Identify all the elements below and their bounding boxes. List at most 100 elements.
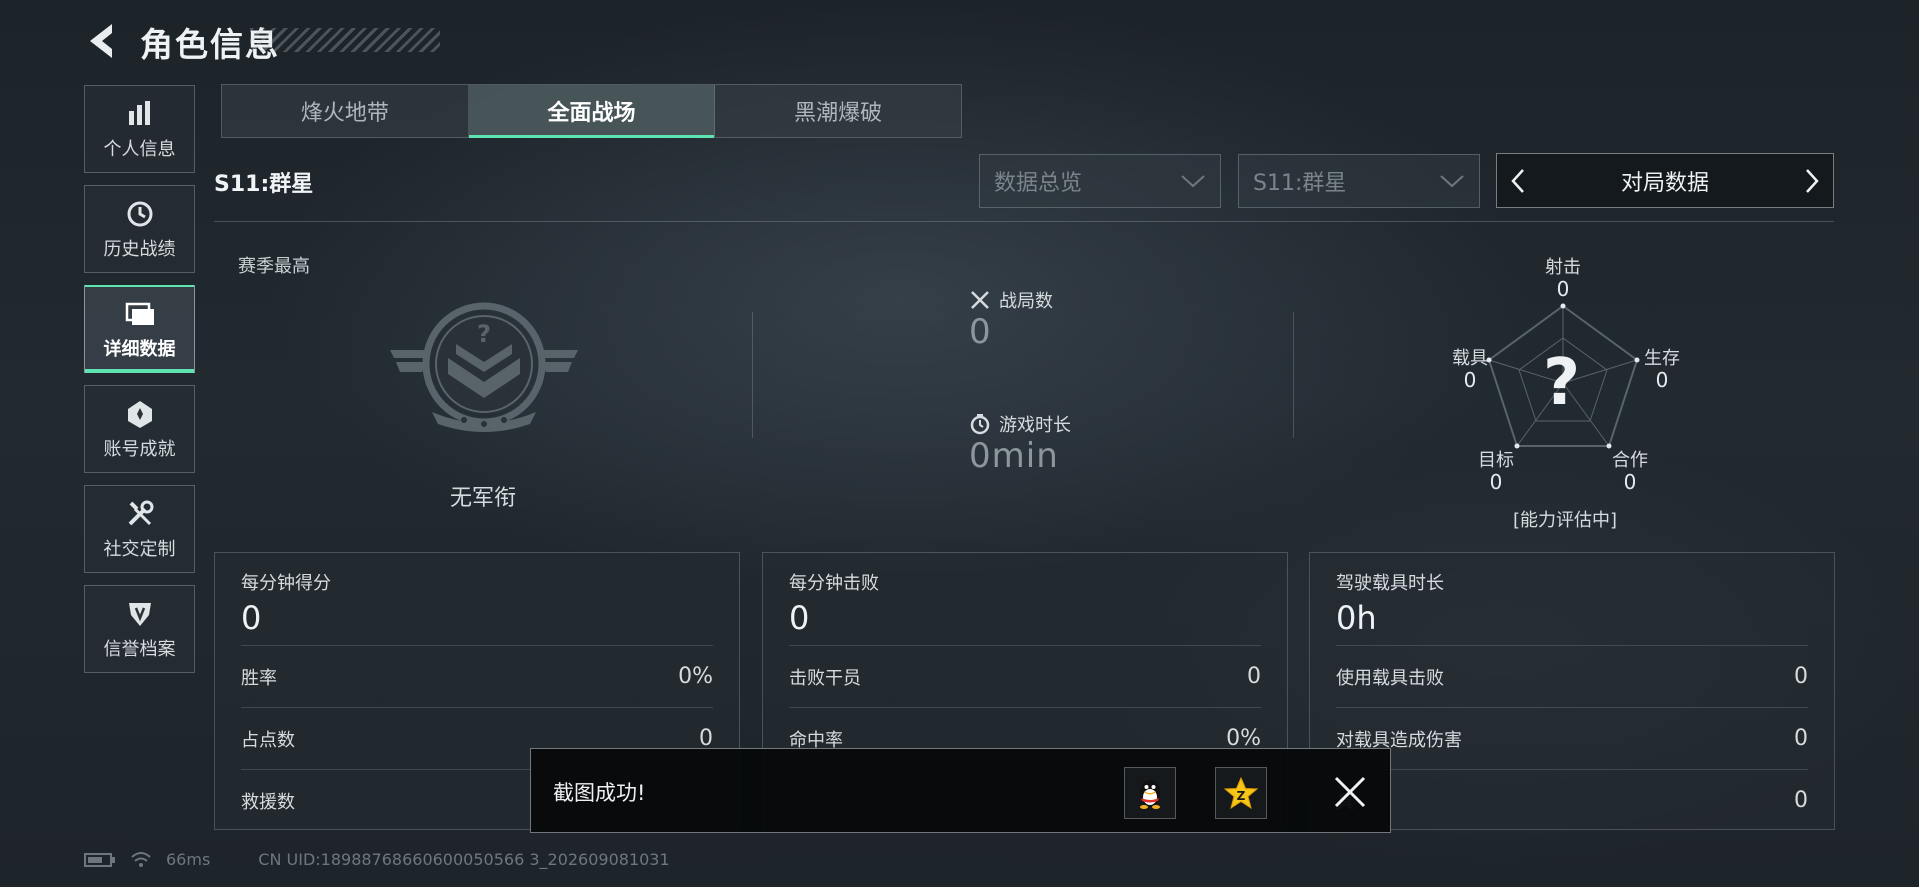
sidebar-item-profile[interactable]: 个人信息 bbox=[84, 85, 195, 173]
history-clock-icon bbox=[123, 197, 157, 231]
matches-label: 战局数 bbox=[999, 291, 1053, 312]
select-value: 数据总览 bbox=[994, 171, 1083, 196]
radar-value: 0 bbox=[1556, 277, 1570, 301]
qq-penguin-icon bbox=[1140, 780, 1160, 809]
pager-label: 对局数据 bbox=[1620, 170, 1709, 196]
chevron-down-icon bbox=[1440, 175, 1464, 188]
crossed-swords-icon bbox=[971, 291, 989, 309]
folder-icon bbox=[123, 297, 157, 331]
radar-value: 0 bbox=[1463, 368, 1477, 392]
sidebar-item-label: 个人信息 bbox=[103, 139, 176, 160]
title-decoration bbox=[250, 28, 440, 52]
chevron-left-icon bbox=[1511, 168, 1524, 193]
rank-name: 无军衔 bbox=[450, 486, 517, 511]
radar-objective: 目标 0 bbox=[1466, 450, 1526, 494]
back-button[interactable] bbox=[82, 18, 128, 64]
sidebar-item-label: 详细数据 bbox=[103, 339, 176, 360]
wifi-icon bbox=[131, 851, 151, 867]
section-divider bbox=[214, 221, 1834, 222]
bar-chart-icon bbox=[123, 97, 157, 131]
pager-next-button[interactable] bbox=[1791, 154, 1833, 207]
row-value: 0 bbox=[1794, 664, 1808, 689]
radar-label: 生存 bbox=[1644, 348, 1680, 369]
card-value: 0h bbox=[1336, 599, 1377, 637]
radar-value: 0 bbox=[1655, 368, 1669, 392]
row-value: 0% bbox=[678, 664, 713, 689]
playtime-label: 游戏时长 bbox=[999, 415, 1071, 436]
achievement-badge-icon bbox=[123, 397, 157, 431]
card-row: 击败干员 0 bbox=[789, 645, 1261, 707]
sidebar-item-detailed-data[interactable]: 详细数据 bbox=[84, 285, 195, 373]
radar-status: [能力评估中] bbox=[1512, 510, 1618, 531]
card-value: 0 bbox=[789, 599, 810, 637]
card-header: 驾驶载具时长 bbox=[1336, 573, 1444, 594]
radar-value: 0 bbox=[1623, 470, 1637, 494]
status-footer: 66ms CN UID:18988768660600050566 3_20260… bbox=[84, 850, 670, 869]
row-label: 使用载具击败 bbox=[1336, 667, 1444, 689]
playtime-value: 0min bbox=[969, 436, 1059, 476]
radar-value: 0 bbox=[1489, 470, 1503, 494]
column-separator bbox=[752, 312, 753, 438]
row-value: 0 bbox=[1794, 726, 1808, 751]
qzone-star-icon: Z bbox=[1223, 776, 1259, 810]
season-label: S11:群星 bbox=[214, 172, 314, 197]
matches-value: 0 bbox=[969, 312, 992, 352]
radar-shooting: 射击 0 bbox=[1533, 257, 1593, 301]
select-value: S11:群星 bbox=[1253, 171, 1347, 196]
sidebar-item-reputation[interactable]: 信誉档案 bbox=[84, 585, 195, 673]
close-button[interactable] bbox=[1327, 769, 1373, 815]
wrench-screwdriver-icon bbox=[123, 497, 157, 531]
sidebar-item-label: 信誉档案 bbox=[103, 639, 176, 660]
sidebar-item-label: 账号成就 bbox=[103, 439, 176, 460]
svg-text:Z: Z bbox=[1237, 789, 1246, 803]
sidebar-item-achievements[interactable]: 账号成就 bbox=[84, 385, 195, 473]
share-qq-button[interactable] bbox=[1124, 767, 1176, 819]
chevron-down-icon bbox=[1181, 175, 1205, 188]
tab-black-tide[interactable]: 黑潮爆破 bbox=[715, 85, 961, 137]
toast-message: 截图成功! bbox=[553, 781, 646, 805]
row-label: 占点数 bbox=[241, 729, 295, 751]
playtime-title: 游戏时长 bbox=[969, 411, 1071, 437]
radar-label: 射击 bbox=[1545, 257, 1581, 278]
card-header: 每分钟击败 bbox=[789, 573, 879, 594]
back-arrow-icon bbox=[90, 24, 112, 58]
sidebar-item-label: 社交定制 bbox=[103, 539, 176, 560]
rank-emblem: ? bbox=[386, 300, 582, 440]
radar-placeholder: ? bbox=[1543, 346, 1581, 420]
radar-survival: 生存 0 bbox=[1632, 348, 1692, 392]
radar-label: 目标 bbox=[1478, 450, 1514, 471]
row-label: 胜率 bbox=[241, 667, 277, 689]
screenshot-toast: 截图成功! Z bbox=[530, 748, 1391, 833]
radar-label: 载具 bbox=[1452, 348, 1488, 369]
latency-text: 66ms bbox=[166, 850, 211, 869]
close-icon bbox=[1334, 776, 1366, 808]
pager-prev-button[interactable] bbox=[1497, 154, 1539, 207]
row-label: 击败干员 bbox=[789, 667, 861, 689]
data-pager: 对局数据 bbox=[1496, 153, 1834, 208]
stopwatch-icon bbox=[970, 414, 990, 435]
card-row: 使用载具击败 0 bbox=[1336, 645, 1808, 707]
mode-tabs: 烽火地带 全面战场 黑潮爆破 bbox=[221, 84, 962, 138]
row-value: 0 bbox=[1247, 664, 1261, 689]
sidebar-item-label: 历史战绩 bbox=[103, 239, 176, 260]
tab-full-battlefield[interactable]: 全面战场 bbox=[468, 85, 716, 138]
radar-label: 合作 bbox=[1612, 450, 1648, 471]
card-value: 0 bbox=[241, 599, 262, 637]
row-label: 救援数 bbox=[241, 791, 295, 813]
data-overview-select[interactable]: 数据总览 bbox=[979, 154, 1221, 208]
battery-icon bbox=[84, 852, 115, 867]
season-select[interactable]: S11:群星 bbox=[1238, 154, 1480, 208]
sidebar-item-social[interactable]: 社交定制 bbox=[84, 485, 195, 573]
share-qzone-button[interactable]: Z bbox=[1215, 767, 1267, 819]
card-row: 对载具造成伤害 0 bbox=[1336, 707, 1808, 769]
card-row: 胜率 0% bbox=[241, 645, 713, 707]
radar-vehicle: 载具 0 bbox=[1440, 348, 1500, 392]
row-value: 0 bbox=[1794, 788, 1808, 813]
shield-icon bbox=[123, 597, 157, 631]
uid-text: CN UID:18988768660600050566 3_2026090810… bbox=[258, 850, 670, 869]
matches-title: 战局数 bbox=[969, 287, 1053, 313]
column-separator bbox=[1293, 312, 1294, 438]
svg-text:?: ? bbox=[477, 320, 491, 348]
tab-warzone[interactable]: 烽火地带 bbox=[222, 85, 469, 137]
sidebar-item-history[interactable]: 历史战绩 bbox=[84, 185, 195, 273]
